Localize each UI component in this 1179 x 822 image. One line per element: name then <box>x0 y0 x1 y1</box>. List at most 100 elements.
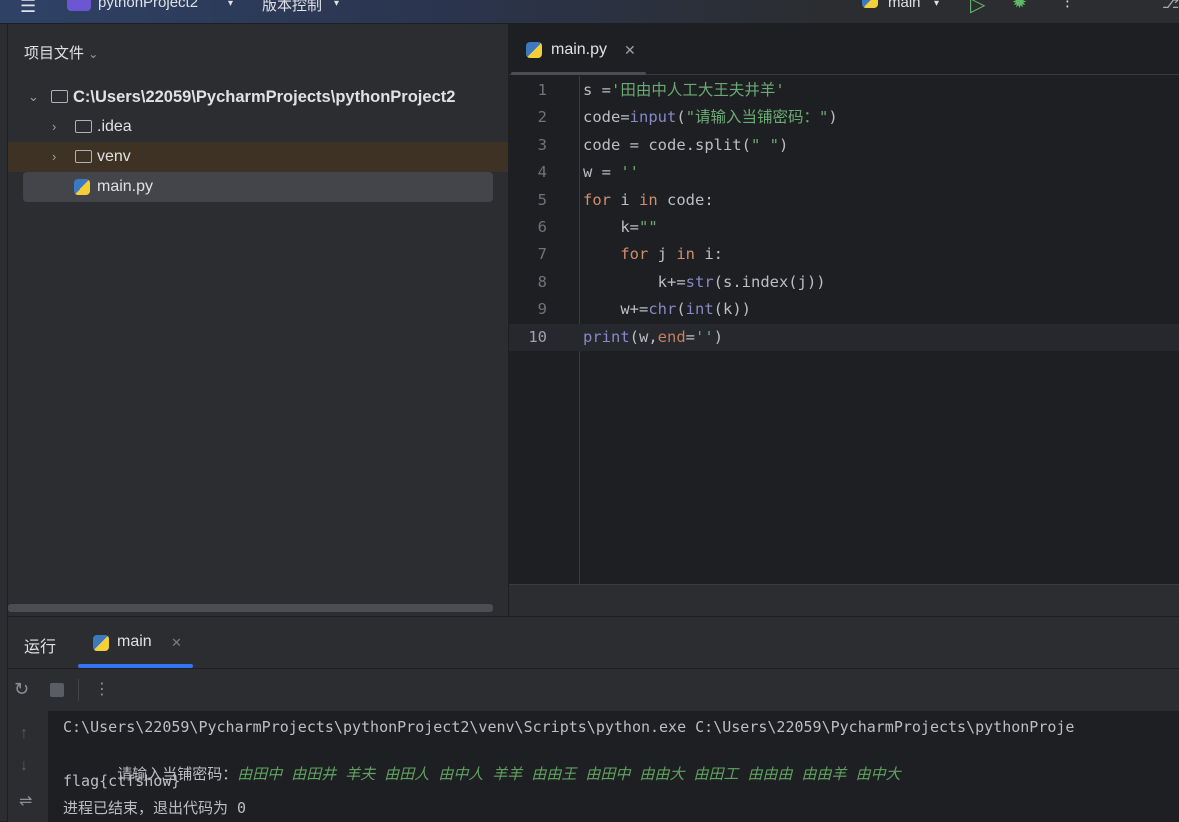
code-line[interactable]: 6 k="" <box>509 214 1179 241</box>
arrow-down-icon[interactable]: ↓ <box>20 757 28 775</box>
code-line[interactable]: 2 code=input("请输入当铺密码：") <box>509 104 1179 131</box>
stop-icon[interactable] <box>50 683 64 697</box>
code-text: for i in code: <box>583 187 714 214</box>
project-panel: 项目文件 ⌄ ⌄ C:\Users\22059\PycharmProjects\… <box>8 24 508 616</box>
code-token: chr <box>648 300 677 319</box>
console-command: C:\Users\22059\PycharmProjects\pythonPro… <box>63 718 1075 736</box>
code-token: '' <box>620 163 639 182</box>
editor: main.py ✕ 1s ='田由中人工大王夫井羊' 2 code=input("请… <box>509 24 1179 616</box>
vcs-menu[interactable]: 版本控制 <box>262 0 322 15</box>
code-token: code: <box>657 190 714 209</box>
collab-icon[interactable]: ⎇ <box>1162 0 1179 12</box>
console-output[interactable]: C:\Users\22059\PycharmProjects\pythonPro… <box>48 711 1179 822</box>
code-token: k+= <box>583 272 686 291</box>
project-badge <box>67 0 91 11</box>
tree-item-main-py[interactable]: main.py <box>23 172 493 202</box>
folder-icon <box>75 150 92 163</box>
code-token: for <box>620 245 649 264</box>
line-number: 8 <box>537 272 547 291</box>
project-panel-title[interactable]: 项目文件 ⌄ <box>24 42 98 63</box>
line-number: 4 <box>537 163 547 182</box>
run-panel-title: 运行 <box>24 639 57 656</box>
code-line[interactable]: 9 w+=chr(int(k)) <box>509 296 1179 323</box>
editor-footer <box>509 584 1179 616</box>
line-number: 5 <box>537 190 547 209</box>
tab-label: main.py <box>551 41 608 58</box>
code-text: print(w,end='') <box>583 324 723 351</box>
code-token: end <box>657 327 686 346</box>
python-icon <box>93 635 109 651</box>
code-token: (s.index(j)) <box>713 272 826 291</box>
code-line[interactable]: 4 w = '' <box>509 159 1179 186</box>
code-token: (k)) <box>713 300 751 319</box>
code-line[interactable]: 3 code = code.split(" ") <box>509 132 1179 159</box>
project-title-label: 项目文件 <box>24 45 85 62</box>
debug-icon[interactable]: ✹ <box>1012 0 1027 13</box>
console-user-input: 由田中 由田井 羊夫 由田人 由中人 羊羊 由由王 由田中 由由大 由田工 由由… <box>237 765 901 783</box>
python-file-icon <box>526 42 542 58</box>
code-line[interactable]: 10 print(w,end='') <box>509 323 1179 351</box>
chevron-down-icon: ▾ <box>228 0 234 9</box>
tab-run-main[interactable]: main ✕ <box>93 633 193 653</box>
tree-item-idea[interactable]: › .idea <box>8 112 508 142</box>
code-token: ) <box>778 135 789 154</box>
console-output-flag: flag{ctfshow} <box>63 772 181 790</box>
soft-wrap-icon[interactable]: ⇌ <box>19 791 32 811</box>
tree-item-label: venv <box>97 148 131 165</box>
code-token: k= <box>583 218 639 236</box>
project-selector[interactable]: pythonProject2 <box>98 0 198 11</box>
python-file-icon <box>74 179 90 195</box>
run-panel: 运行 main ✕ ↻ ⋮ ↑ ↓ ⇌ C:\Users\22059\Pycha… <box>8 616 1179 822</box>
line-number: 2 <box>537 108 547 127</box>
run-config-selector[interactable]: main <box>888 0 921 11</box>
code-token: s = <box>583 81 611 99</box>
rerun-icon[interactable]: ↻ <box>14 679 29 700</box>
run-toolbar: ↻ ⋮ <box>8 668 1179 711</box>
more-icon[interactable]: ⋮ <box>1060 0 1075 10</box>
close-icon[interactable]: ✕ <box>171 635 182 651</box>
code-token: w = <box>583 163 621 182</box>
tree-item-label: main.py <box>97 178 154 195</box>
run-tab-label: main <box>117 633 152 650</box>
main-menu-icon[interactable]: ☰ <box>20 0 36 17</box>
tree-root[interactable]: ⌄ C:\Users\22059\PycharmProjects\pythonP… <box>8 82 508 112</box>
code-text: w = '' <box>583 159 639 186</box>
code-token: i <box>611 190 639 209</box>
code-token: code= <box>583 108 630 127</box>
code-token: (w, <box>629 327 658 346</box>
code-token: i: <box>695 245 723 264</box>
code-token: ( <box>676 300 686 319</box>
line-number: 3 <box>537 135 547 154</box>
code-token: " " <box>750 135 779 154</box>
code-token: '田由中人工大王夫井羊' <box>611 81 785 99</box>
toolbar-divider <box>78 679 79 701</box>
code-text: for j in i: <box>583 241 723 268</box>
editor-tab-bar: main.py ✕ <box>509 24 1179 75</box>
run-icon[interactable]: ▷ <box>970 0 985 17</box>
code-line[interactable]: 1 s ='田由中人工大王夫井羊' <box>509 77 1179 104</box>
close-icon[interactable]: ✕ <box>624 38 636 62</box>
code-token: = <box>685 327 696 346</box>
arrow-up-icon[interactable]: ↑ <box>20 725 28 743</box>
code-line[interactable]: 7 for j in i: <box>509 241 1179 268</box>
code-line[interactable]: 5 for i in code: <box>509 187 1179 214</box>
code-text: w+=chr(int(k)) <box>583 296 751 323</box>
python-icon <box>862 0 878 8</box>
code-text: code = code.split(" ") <box>583 132 788 159</box>
code-text: k+=str(s.index(j)) <box>583 269 826 296</box>
tree-item-venv[interactable]: › venv <box>8 142 508 172</box>
code-token: int <box>685 300 714 319</box>
console-exit-message: 进程已结束，退出代码为 0 <box>63 799 247 817</box>
code-line[interactable]: 8 k+=str(s.index(j)) <box>509 269 1179 296</box>
horizontal-scrollbar[interactable] <box>8 604 493 612</box>
more-icon[interactable]: ⋮ <box>94 679 110 699</box>
line-number: 6 <box>537 218 547 236</box>
code-text: code=input("请输入当铺密码：") <box>583 104 838 131</box>
code-token: w+= <box>583 300 649 319</box>
code-token: print <box>583 327 630 346</box>
code-token: "" <box>639 218 658 236</box>
line-number: 9 <box>537 300 547 319</box>
code-token: for <box>583 190 611 209</box>
title-bar: ☰ pythonProject2 ▾ 版本控制 ▾ main ▾ ▷ ✹ ⋮ ⎇ <box>0 0 1179 24</box>
